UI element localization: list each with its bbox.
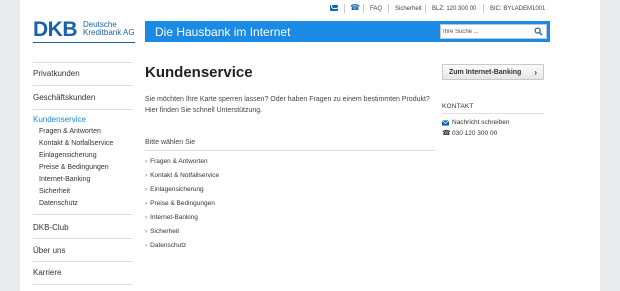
kontakt-divider: [442, 113, 544, 114]
page-title: Kundenservice: [145, 64, 253, 81]
search-box: [440, 24, 547, 39]
blz-text: BLZ: 120 300 00: [432, 6, 477, 12]
sidebar-item-kundenservice[interactable]: Kundenservice: [33, 115, 86, 125]
choice-link-preise[interactable]: › Preise & Bedingungen: [145, 199, 215, 208]
choose-divider: [145, 150, 435, 151]
logo-text: Deutsche Kreditbank AG: [83, 21, 135, 37]
chevron-right-icon: ›: [145, 214, 148, 221]
kontakt-heading: KONTAKT: [442, 103, 474, 110]
sidebar-subitem-sicherheit[interactable]: Sicherheit: [39, 187, 70, 196]
chevron-right-icon: ›: [534, 68, 537, 77]
chevron-right-icon: ›: [145, 186, 148, 193]
sidebar-item-privatkunden[interactable]: Privatkunden: [33, 69, 80, 79]
search-input[interactable]: [443, 26, 531, 37]
choice-label: Sicherheit: [150, 228, 180, 235]
mail-icon: [442, 120, 449, 126]
nav-divider: [33, 284, 133, 285]
sidebar-subitem-internet-banking[interactable]: Internet-Banking: [39, 175, 90, 184]
chevron-right-icon: ›: [145, 242, 148, 249]
sidebar-subitem-preise[interactable]: Preise & Bedingungen: [39, 163, 109, 172]
choice-link-internet-banking[interactable]: › Internet-Banking: [145, 213, 198, 222]
chevron-right-icon: ›: [145, 228, 148, 235]
choice-label: Fragen & Antworten: [150, 158, 208, 165]
choice-link-fragen[interactable]: › Fragen & Antworten: [145, 157, 208, 166]
divider: [363, 4, 364, 13]
divider: [344, 4, 345, 13]
sidebar-item-dkb-club[interactable]: DKB-Club: [33, 223, 69, 233]
nav-divider: [33, 85, 133, 86]
chevron-right-icon: ›: [145, 158, 148, 165]
header-title: Die Hausbank im Internet: [155, 25, 291, 39]
nav-divider: [33, 109, 133, 110]
choice-link-datenschutz[interactable]: › Datenschutz: [145, 241, 186, 250]
dkb-logo[interactable]: DKB Deutsche Kreditbank AG: [33, 18, 135, 43]
intro-text: Sie möchten Ihre Karte sperren lassen? O…: [145, 96, 430, 114]
sidebar-subitem-fragen[interactable]: Fragen & Antworten: [39, 127, 101, 136]
chevron-right-icon: ›: [145, 200, 148, 207]
nav-divider: [33, 214, 133, 215]
logo-mark: DKB: [33, 18, 78, 41]
nav-divider: [33, 62, 133, 63]
phone-number[interactable]: 030 120 300 00: [452, 129, 497, 138]
divider: [483, 4, 484, 13]
mail-icon[interactable]: [330, 5, 338, 11]
phone-icon[interactable]: ☎: [350, 4, 360, 12]
choice-label: Einlagensicherung: [150, 186, 204, 193]
chevron-right-icon: ›: [145, 172, 148, 179]
choice-link-sicherheit[interactable]: › Sicherheit: [145, 227, 179, 236]
faq-link[interactable]: FAQ: [370, 5, 382, 13]
bic-text: BIC: BYLADEM1001: [490, 6, 546, 12]
phone-icon: ☎: [442, 130, 451, 137]
logo-line-2: Kreditbank AG: [83, 28, 135, 37]
sidebar-subitem-einlagensicherung[interactable]: Einlagensicherung: [39, 151, 97, 160]
sidebar-subitem-datenschutz[interactable]: Datenschutz: [39, 199, 78, 208]
nav-divider: [33, 261, 133, 262]
internet-banking-button-label: Zum Internet-Banking: [449, 69, 522, 76]
sidebar-subitem-kontakt[interactable]: Kontakt & Notfallservice: [39, 139, 113, 148]
sicherheit-link[interactable]: Sicherheit: [395, 5, 422, 13]
choice-label: Preise & Bedingungen: [150, 200, 215, 207]
choice-label: Datenschutz: [150, 242, 187, 249]
internet-banking-button[interactable]: Zum Internet-Banking ›: [442, 64, 544, 80]
utility-bar: ☎ FAQ Sicherheit BLZ: 120 300 00 BIC: BY…: [20, 0, 600, 18]
page: ☎ FAQ Sicherheit BLZ: 120 300 00 BIC: BY…: [20, 0, 600, 291]
choice-label: Internet-Banking: [150, 214, 198, 221]
choice-link-kontakt[interactable]: › Kontakt & Notfallservice: [145, 171, 219, 180]
choice-label: Kontakt & Notfallservice: [150, 172, 220, 179]
sidebar-item-ueber-uns[interactable]: Über uns: [33, 246, 65, 256]
sidebar-item-karriere[interactable]: Karriere: [33, 268, 61, 278]
choose-label: Bitte wählen Sie: [145, 139, 196, 146]
logo-underline: [33, 42, 135, 43]
sidebar-item-geschaeftskunden[interactable]: Geschäftskunden: [33, 93, 95, 103]
divider: [425, 4, 426, 13]
nav-divider: [33, 238, 133, 239]
divider: [388, 4, 389, 13]
write-message-link[interactable]: Nachricht schreiben: [452, 118, 509, 127]
search-icon[interactable]: [534, 27, 543, 36]
choice-link-einlagensicherung[interactable]: › Einlagensicherung: [145, 185, 204, 194]
